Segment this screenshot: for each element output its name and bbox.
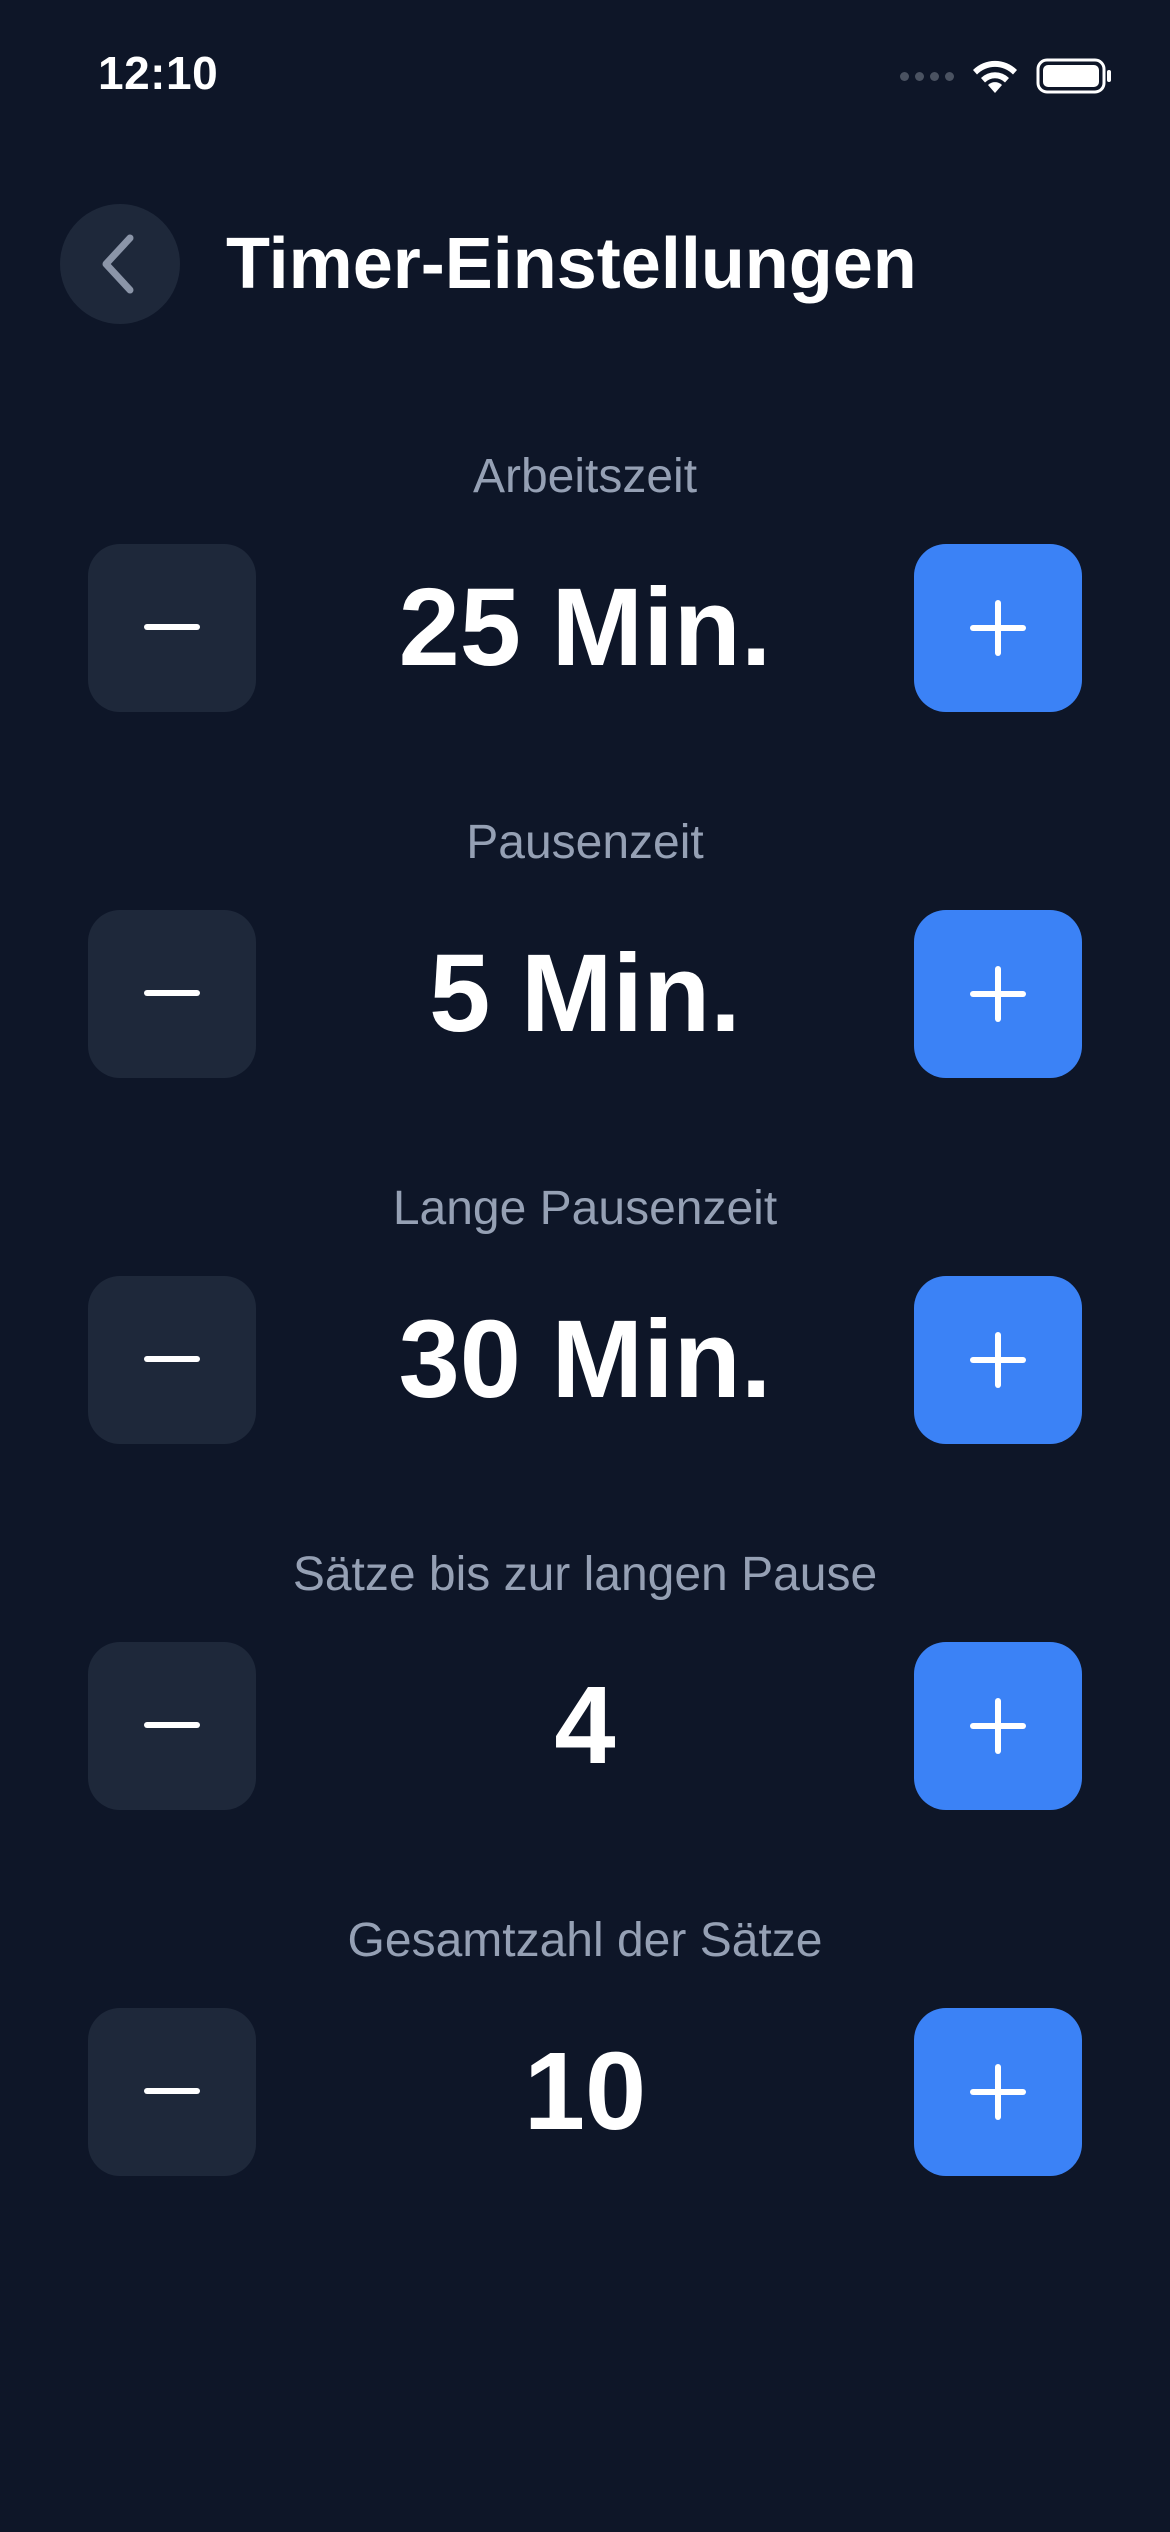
- long-break-time-stepper: 30 Min.: [0, 1276, 1170, 1444]
- sets-until-long-break-increase-button[interactable]: [914, 1642, 1082, 1810]
- minus-icon: [144, 624, 200, 630]
- plus-icon: [970, 600, 1026, 656]
- plus-icon: [970, 1698, 1026, 1754]
- setting-label: Sätze bis zur langen Pause: [292, 1548, 878, 1601]
- sets-until-long-break-decrease-button[interactable]: [88, 1642, 256, 1810]
- page-title: Timer-Einstellungen: [226, 224, 917, 304]
- battery-icon: [1036, 58, 1111, 94]
- setting-label: Pausenzeit: [466, 816, 704, 869]
- minus-icon: [144, 1722, 200, 1728]
- plus-icon: [970, 966, 1026, 1022]
- status-time: 12:10: [98, 47, 219, 99]
- plus-icon: [970, 1332, 1026, 1388]
- status-icons: [900, 54, 1112, 98]
- break-time-stepper: 5 Min.: [0, 910, 1170, 1078]
- setting-sets-until-long-break: Sätze bis zur langen Pause 4: [0, 1538, 1170, 1904]
- minus-icon: [144, 990, 200, 996]
- total-sets-value: 10: [523, 2030, 647, 2153]
- setting-label: Lange Pausenzeit: [392, 1182, 778, 1235]
- settings-list: Arbeitszeit 25 Min. Pausenzeit 5 Min. La…: [0, 440, 1170, 2270]
- setting-long-break-time: Lange Pausenzeit 30 Min.: [0, 1172, 1170, 1538]
- total-sets-stepper: 10: [0, 2008, 1170, 2176]
- total-sets-increase-button[interactable]: [914, 2008, 1082, 2176]
- status-bar: 12:10: [0, 0, 1170, 150]
- break-time-decrease-button[interactable]: [88, 910, 256, 1078]
- setting-label: Arbeitszeit: [472, 450, 698, 503]
- setting-break-time: Pausenzeit 5 Min.: [0, 806, 1170, 1172]
- wifi-icon: [973, 60, 1017, 93]
- total-sets-decrease-button[interactable]: [88, 2008, 256, 2176]
- setting-label: Gesamtzahl der Sätze: [347, 1914, 823, 1967]
- work-time-value: 25 Min.: [398, 566, 772, 689]
- sets-until-long-break-stepper: 4: [0, 1642, 1170, 1810]
- work-time-increase-button[interactable]: [914, 544, 1082, 712]
- signal-icon: [900, 71, 954, 81]
- work-time-stepper: 25 Min.: [0, 544, 1170, 712]
- sets-until-long-break-value: 4: [554, 1664, 616, 1787]
- long-break-time-value: 30 Min.: [398, 1298, 772, 1421]
- work-time-decrease-button[interactable]: [88, 544, 256, 712]
- back-button[interactable]: [60, 204, 180, 324]
- setting-total-sets: Gesamtzahl der Sätze 10: [0, 1904, 1170, 2270]
- break-time-increase-button[interactable]: [914, 910, 1082, 1078]
- long-break-time-decrease-button[interactable]: [88, 1276, 256, 1444]
- minus-icon: [144, 1356, 200, 1362]
- break-time-value: 5 Min.: [429, 932, 741, 1055]
- minus-icon: [144, 2088, 200, 2094]
- long-break-time-increase-button[interactable]: [914, 1276, 1082, 1444]
- plus-icon: [970, 2064, 1026, 2120]
- chevron-left-icon: [102, 234, 134, 294]
- setting-work-time: Arbeitszeit 25 Min.: [0, 440, 1170, 806]
